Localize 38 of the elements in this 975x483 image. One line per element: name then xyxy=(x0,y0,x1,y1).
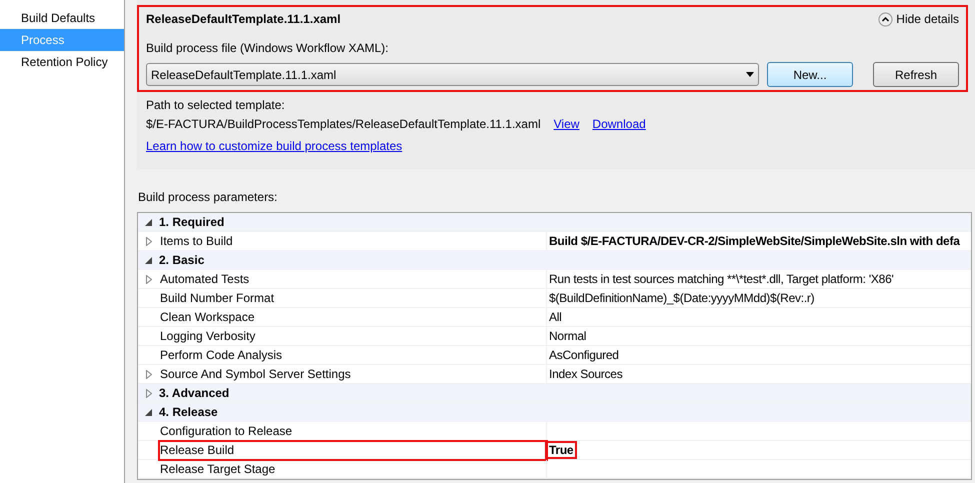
collapsed-triangle-icon[interactable] xyxy=(146,274,152,284)
category-label[interactable]: 3. Advanced xyxy=(159,384,230,402)
link[interactable]: Download xyxy=(592,115,646,133)
parameter-name: Configuration to Release xyxy=(159,422,547,440)
parameter-value: Normal xyxy=(549,329,586,343)
parameter-value: Index Sources xyxy=(549,367,622,381)
template-path: $/E-FACTURA/BuildProcessTemplates/ReleaseDefaultTemplate.11.1.xaml xyxy=(146,116,541,133)
expanded-triangle-icon[interactable] xyxy=(145,218,152,226)
hide-details-link[interactable]: Hide details xyxy=(878,10,959,28)
collapsed-triangle-icon[interactable] xyxy=(146,236,152,246)
parameter-value: Build $/E-FACTURA/DEV-CR-2/SimpleWebSite/SimpleWebSite.sln with defa xyxy=(549,234,960,248)
dropdown-arrow-icon xyxy=(746,72,754,77)
expanded-triangle-icon[interactable] xyxy=(145,408,152,416)
collapse-icon xyxy=(878,12,894,26)
template-dropdown[interactable]: ReleaseDefaultTemplate.11.1.xaml xyxy=(146,63,759,86)
help-link[interactable]: Learn how to customize build process templates xyxy=(146,137,402,155)
parameter-value: True xyxy=(547,443,576,457)
parameter-name: Release Target Stage xyxy=(159,460,547,478)
template-button[interactable]: New... xyxy=(767,62,853,87)
sidebar-item[interactable]: Retention Policy xyxy=(0,51,124,73)
template-button[interactable]: Refresh xyxy=(873,62,959,87)
category-label[interactable]: 4. Release xyxy=(159,403,218,421)
expanded-triangle-icon[interactable] xyxy=(145,256,152,264)
parameter-name: Release Build xyxy=(159,440,547,460)
collapsed-triangle-icon[interactable] xyxy=(146,370,152,378)
field-label: Build process file (Windows Workflow XAML): xyxy=(146,40,390,57)
collapsed-triangle-icon[interactable] xyxy=(146,388,152,398)
category-label[interactable]: 1. Required xyxy=(159,213,224,231)
template-name: ReleaseDefaultTemplate.11.1.xaml xyxy=(146,11,341,28)
parameter-value: Run tests in test sources matching **\*test*.dll, Target platform: 'X86' xyxy=(549,272,894,286)
parameter-value: All xyxy=(549,310,562,324)
link[interactable]: View xyxy=(554,115,580,133)
path-label: Path to selected template: xyxy=(146,97,286,114)
section-label: Build process parameters: xyxy=(137,189,278,206)
sidebar-item[interactable]: Build Defaults xyxy=(0,7,124,29)
parameter-value: $(BuildDefinitionName)_$(Date:yyyyMMdd)$(Rev:.r) xyxy=(549,291,814,305)
category-label[interactable]: 2. Basic xyxy=(159,251,204,269)
parameter-value: AsConfigured xyxy=(549,348,619,362)
